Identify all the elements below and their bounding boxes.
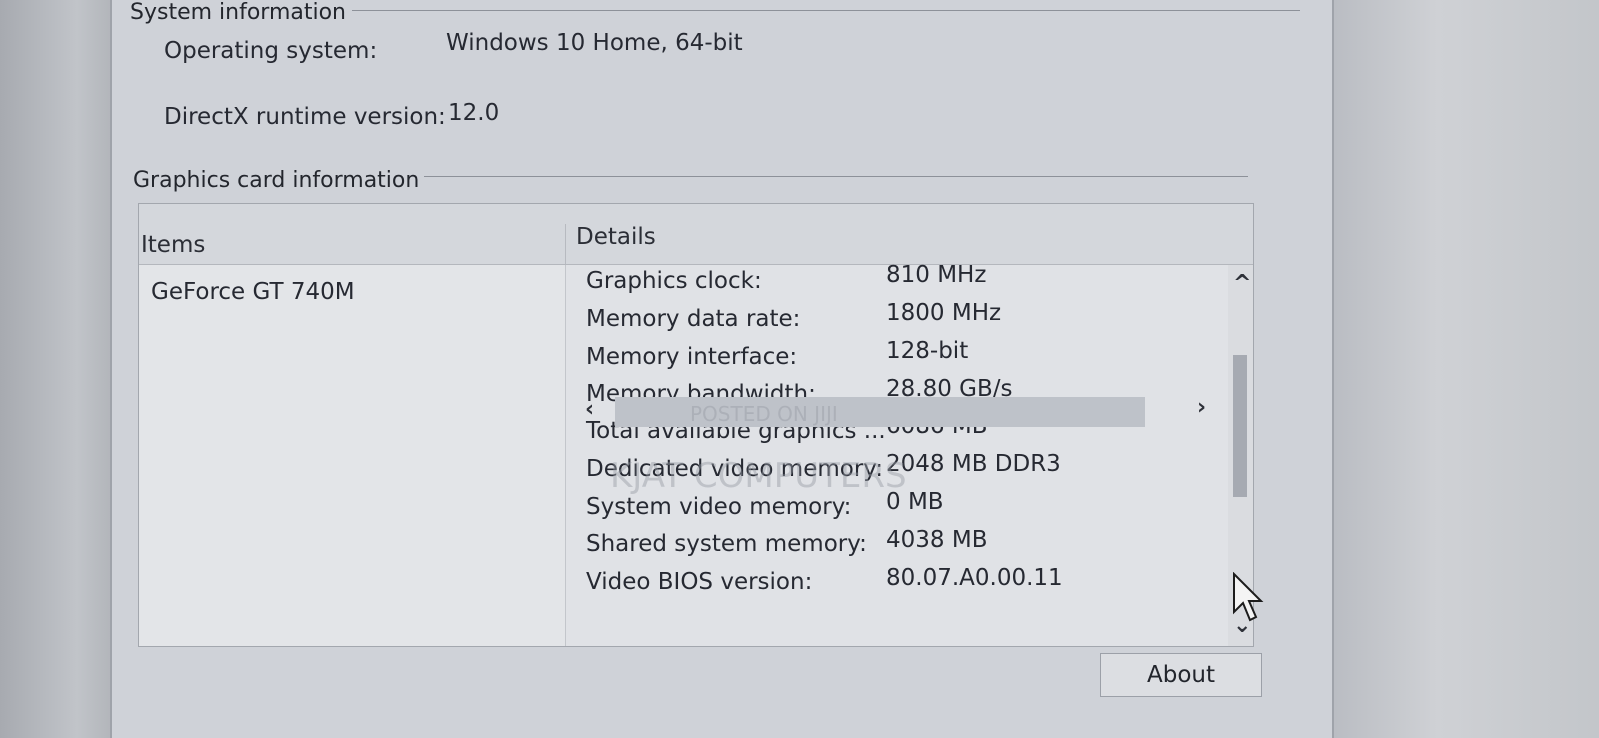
detail-label: Memory interface: <box>586 344 798 370</box>
detail-label: Memory data rate: <box>586 306 801 332</box>
list-item[interactable]: GeForce GT 740M <box>151 279 355 305</box>
directx-value: 12.0 <box>448 100 500 126</box>
detail-row-memory-data-rate: Memory data rate: 1800 MHz <box>586 300 1226 342</box>
os-value: Windows 10 Home, 64-bit <box>446 30 743 56</box>
detail-value: 1800 MHz <box>886 300 1002 326</box>
about-button[interactable]: About <box>1100 653 1262 697</box>
chevron-left-icon[interactable]: ‹ <box>585 397 594 422</box>
chevron-right-icon[interactable]: › <box>1197 395 1206 420</box>
chevron-up-icon[interactable]: ^ <box>1233 271 1251 296</box>
items-list: GeForce GT 740M <box>139 265 566 646</box>
detail-label: Graphics clock: <box>586 268 762 294</box>
detail-row-shared-system-memory: Shared system memory: 4038 MB <box>586 527 1226 567</box>
column-divider[interactable] <box>565 224 566 264</box>
group-divider <box>352 10 1300 11</box>
detail-label: System video memory: <box>586 494 852 520</box>
detail-value: 2048 MB DDR3 <box>886 451 1061 477</box>
detail-row-system-video-memory: System video memory: 0 MB <box>586 489 1226 530</box>
vertical-scrollbar-thumb[interactable] <box>1233 355 1247 497</box>
detail-value: 4038 MB <box>886 527 988 553</box>
detail-value: 128-bit <box>886 338 969 364</box>
watermark-shop-name: KJAT COMPUTERS <box>610 456 907 496</box>
watermark-posted-on: POSTED ON JIJI <box>690 402 838 426</box>
column-header-details[interactable]: Details <box>576 224 656 250</box>
table-header: Items Details <box>139 204 1253 265</box>
screen-background-left <box>0 0 110 738</box>
detail-row-memory-interface: Memory interface: 128-bit <box>586 338 1226 380</box>
mouse-pointer-icon <box>1232 571 1264 628</box>
detail-row-video-bios-version: Video BIOS version: 80.07.A0.00.11 <box>586 565 1226 605</box>
column-header-items[interactable]: Items <box>141 232 205 258</box>
os-label: Operating system: <box>164 38 378 64</box>
group-divider <box>424 176 1248 177</box>
detail-row-graphics-clock: Graphics clock: 810 MHz <box>586 262 1226 304</box>
detail-label: Shared system memory: <box>586 531 867 557</box>
detail-value: 80.07.A0.00.11 <box>886 565 1063 591</box>
detail-value: 810 MHz <box>886 262 987 288</box>
directx-label: DirectX runtime version: <box>164 104 446 130</box>
graphics-card-group-title: Graphics card information <box>133 168 426 193</box>
detail-label: Video BIOS version: <box>586 569 813 595</box>
system-information-group-title: System information <box>130 0 353 25</box>
screen-background-right <box>1330 0 1599 738</box>
